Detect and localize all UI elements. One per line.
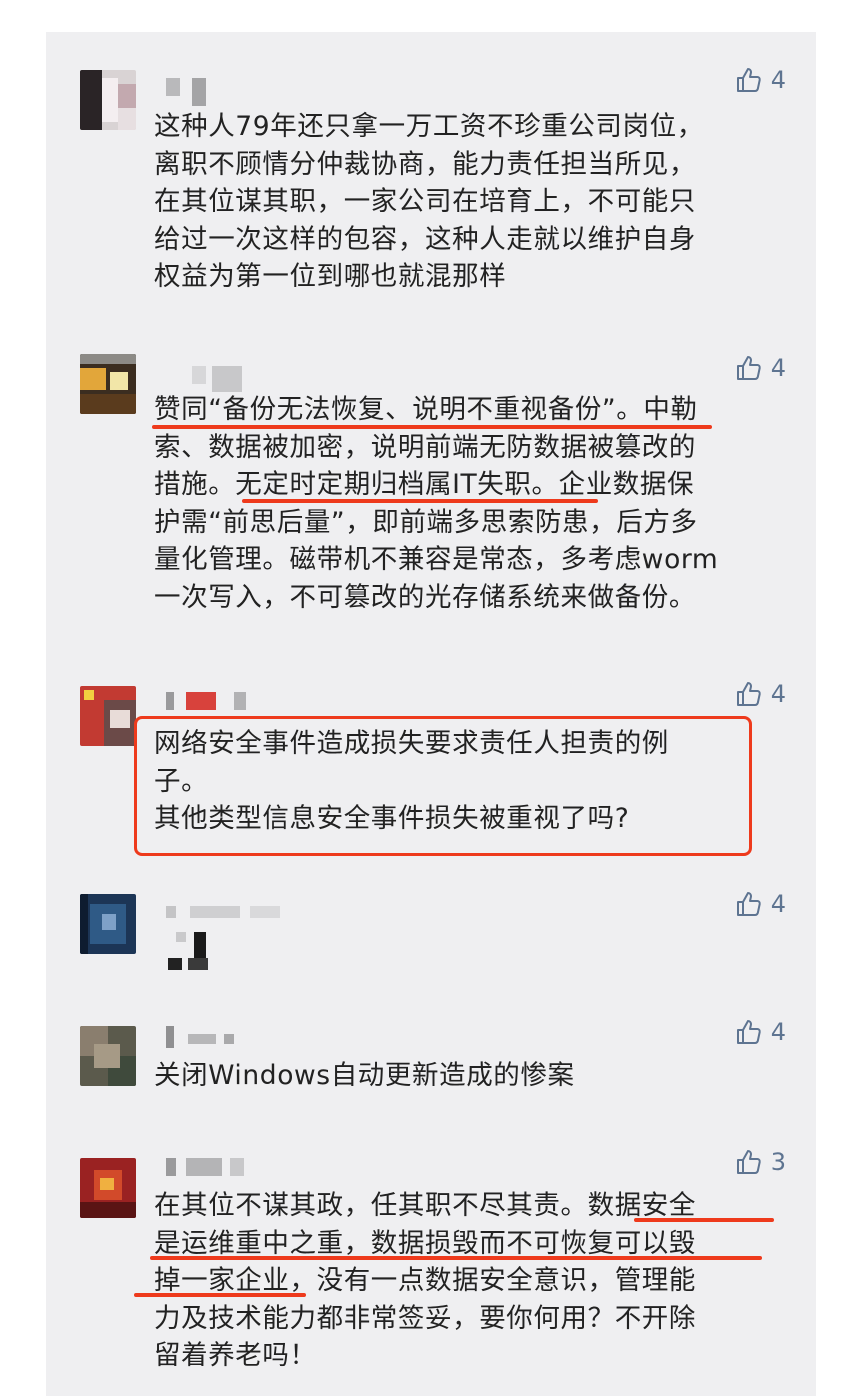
- thumbs-up-icon: [736, 892, 761, 916]
- username-blurred[interactable]: [162, 78, 322, 106]
- username-blurred[interactable]: [162, 1026, 322, 1048]
- highlight-underline: [152, 425, 712, 429]
- like-button[interactable]: 4: [735, 66, 786, 94]
- highlight-underline: [242, 499, 598, 503]
- avatar[interactable]: [80, 1158, 136, 1218]
- like-count: 4: [770, 680, 786, 708]
- like-button[interactable]: 3: [735, 1148, 786, 1176]
- highlight-box: [134, 716, 752, 856]
- username-blurred[interactable]: [162, 692, 322, 710]
- like-count: 3: [770, 1148, 786, 1176]
- like-button[interactable]: 4: [735, 890, 786, 918]
- thumbs-up-icon: [736, 1020, 761, 1044]
- avatar[interactable]: [80, 686, 136, 746]
- thumbs-up-icon: [736, 356, 761, 380]
- comment-image-blurred[interactable]: [164, 932, 216, 970]
- like-count: 4: [770, 890, 786, 918]
- highlight-underline: [150, 1256, 762, 1260]
- comment-list: 4 这种人79年还只拿一万工资不珍重公司岗位， 离职不顾情分仲裁协商，能力责任担…: [46, 32, 816, 1396]
- thumbs-up-icon: [736, 1150, 761, 1174]
- avatar[interactable]: [80, 70, 136, 130]
- like-count: 4: [770, 1018, 786, 1046]
- comment-text: 这种人79年还只拿一万工资不珍重公司岗位， 离职不顾情分仲裁协商，能力责任担当所…: [154, 111, 704, 292]
- username-blurred[interactable]: [162, 906, 322, 924]
- avatar[interactable]: [80, 894, 136, 954]
- thumbs-up-icon: [736, 682, 761, 706]
- like-count: 4: [770, 66, 786, 94]
- like-button[interactable]: 4: [735, 680, 786, 708]
- like-button[interactable]: 4: [735, 1018, 786, 1046]
- highlight-underline: [634, 1218, 774, 1222]
- highlight-underline: [134, 1293, 306, 1297]
- like-count: 4: [770, 354, 786, 382]
- comment-text: 在其位不谋其政，任其职不尽其责。数据安全 是运维重中之重，数据损毁而不可恢复可以…: [154, 1190, 696, 1371]
- comment-text: 关闭Windows自动更新造成的惨案: [154, 1060, 575, 1091]
- username-blurred[interactable]: [162, 1158, 322, 1176]
- username-blurred[interactable]: [162, 366, 322, 392]
- avatar[interactable]: [80, 1026, 136, 1086]
- like-button[interactable]: 4: [735, 354, 786, 382]
- thumbs-up-icon: [736, 68, 761, 92]
- avatar[interactable]: [80, 354, 136, 414]
